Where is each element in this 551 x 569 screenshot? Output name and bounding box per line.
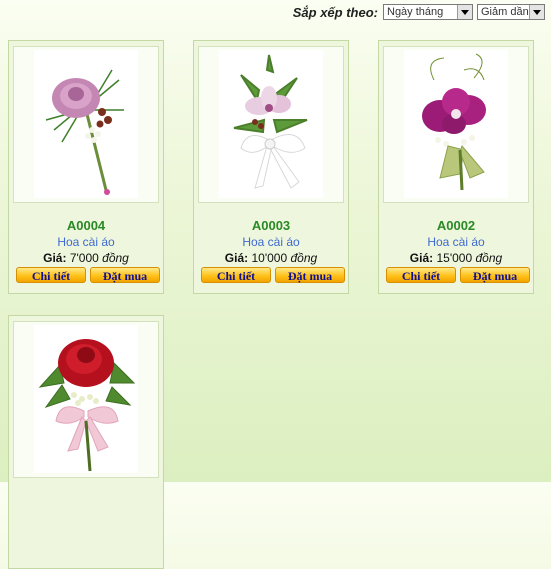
product-price: Giá: 7'000 đồng	[9, 251, 163, 265]
product-image-white-orchid	[219, 50, 323, 198]
product-image-pink-rose	[34, 50, 138, 198]
product-card: A0003 Hoa cài áo Giá: 10'000 đồng Chi ti…	[193, 40, 349, 294]
price-value: 7'000	[69, 251, 99, 265]
product-name[interactable]: Hoa cài áo	[194, 235, 348, 249]
price-currency: đồng	[102, 251, 129, 265]
product-thumbnail[interactable]	[383, 46, 529, 203]
product-thumbnail[interactable]	[198, 46, 344, 203]
price-label: Giá:	[409, 251, 434, 265]
product-code[interactable]: A0003	[194, 218, 348, 233]
sort-field-value: Ngày tháng	[387, 6, 444, 18]
product-thumbnail[interactable]	[13, 46, 159, 203]
price-currency: đồng	[475, 251, 503, 265]
price-value: 15'000	[436, 251, 473, 265]
sort-label: Sắp xếp theo:	[292, 4, 378, 20]
price-label: Giá:	[43, 251, 67, 265]
product-name[interactable]: Hoa cài áo	[379, 235, 533, 249]
product-image-red-rose	[34, 325, 138, 473]
product-code[interactable]: A0002	[379, 218, 533, 233]
price-value: 10'000	[251, 251, 288, 265]
sort-order-select[interactable]: Giảm dần	[477, 4, 545, 20]
sort-bar: Sắp xếp theo: Ngày tháng Giảm dần	[0, 3, 545, 21]
order-button[interactable]: Đặt mua	[275, 267, 345, 283]
price-label: Giá:	[224, 251, 249, 265]
order-button[interactable]: Đặt mua	[90, 267, 160, 283]
product-price: Giá: 15'000 đồng	[379, 251, 533, 265]
chevron-down-icon	[529, 5, 544, 19]
product-card: A0004 Hoa cài áo Giá: 7'000 đồng Chi tiế…	[8, 40, 164, 294]
product-price: Giá: 10'000 đồng	[194, 251, 348, 265]
price-currency: đồng	[290, 251, 318, 265]
detail-button[interactable]: Chi tiết	[201, 267, 271, 283]
product-thumbnail[interactable]	[13, 321, 159, 478]
product-code[interactable]: A0004	[9, 218, 163, 233]
detail-button[interactable]: Chi tiết	[16, 267, 86, 283]
sort-order-value: Giảm dần	[481, 6, 529, 18]
chevron-down-icon	[457, 5, 472, 19]
sort-field-select[interactable]: Ngày tháng	[383, 4, 473, 20]
product-image-magenta-orchid	[404, 50, 508, 198]
order-button[interactable]: Đặt mua	[460, 267, 530, 283]
product-card: A0002 Hoa cài áo Giá: 15'000 đồng Chi ti…	[378, 40, 534, 294]
detail-button[interactable]: Chi tiết	[386, 267, 456, 283]
product-card	[8, 315, 164, 569]
product-name[interactable]: Hoa cài áo	[9, 235, 163, 249]
